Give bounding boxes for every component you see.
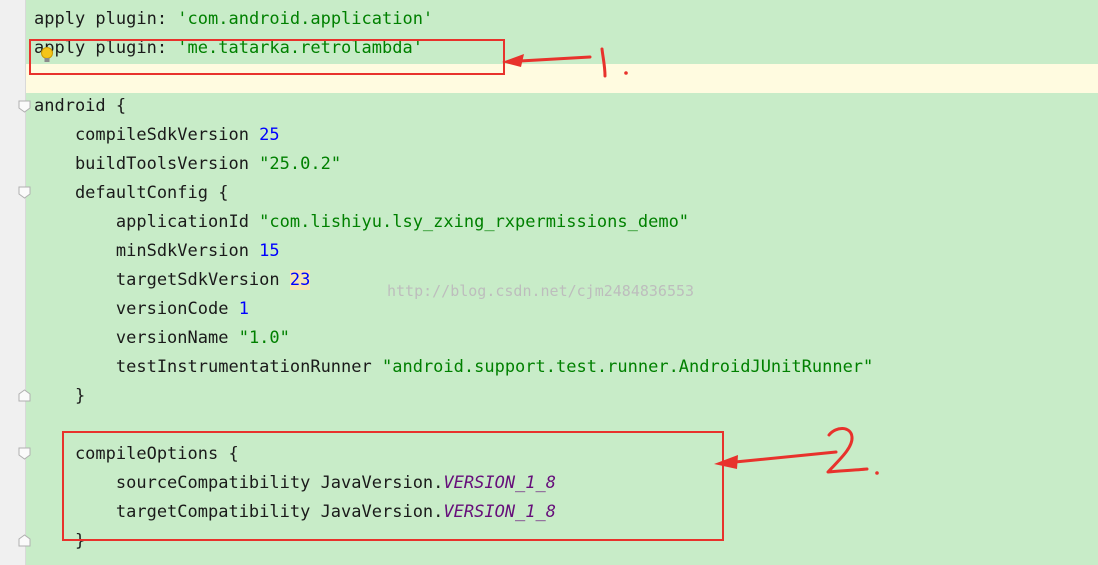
annotation-overlay <box>502 47 879 475</box>
arrow-2-icon <box>714 450 838 469</box>
annotation-label-1 <box>600 47 628 78</box>
arrow-1-icon <box>502 54 592 67</box>
